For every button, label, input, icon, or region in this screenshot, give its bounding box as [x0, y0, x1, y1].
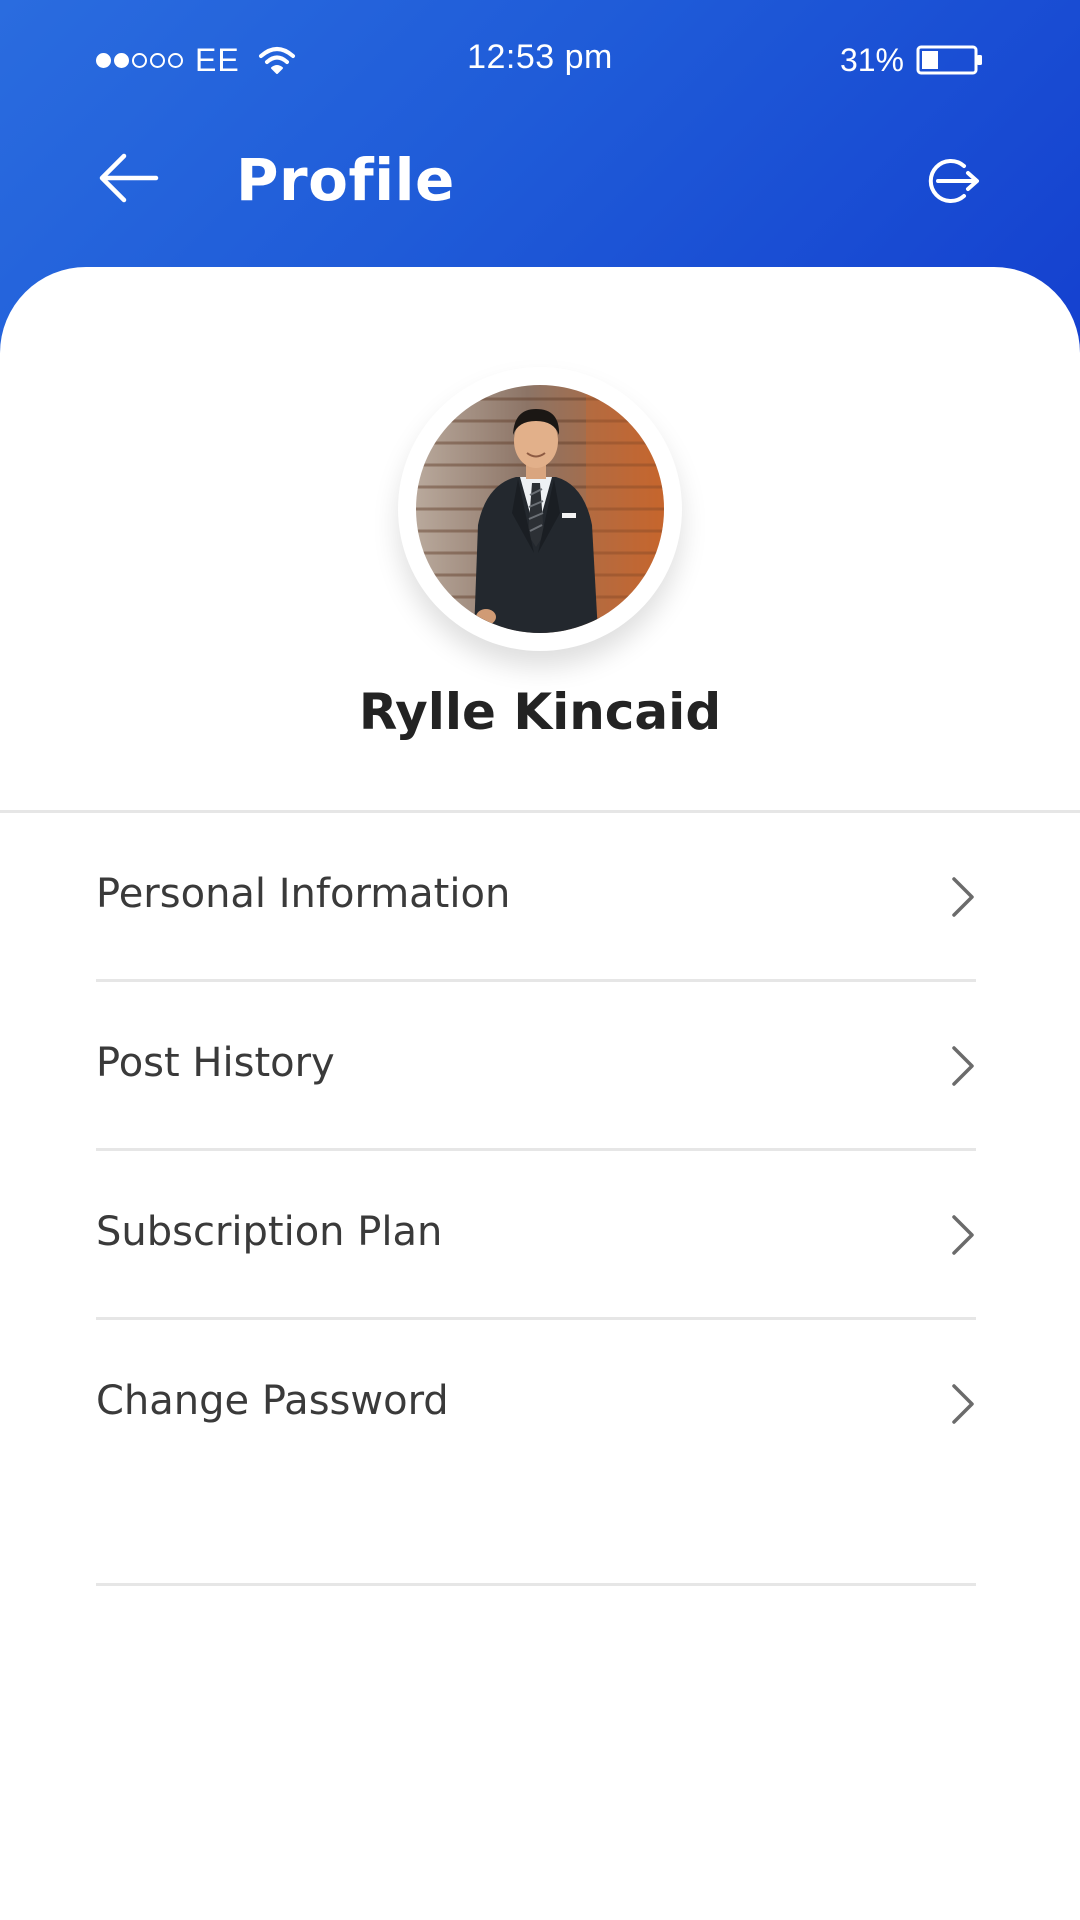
chevron-right-icon: [952, 1046, 974, 1086]
menu-item-label: Personal Information: [96, 871, 511, 917]
chevron-right-icon: [952, 1215, 974, 1255]
avatar-photo: [416, 385, 664, 633]
menu-item-change-password[interactable]: Change Password: [96, 1320, 976, 1486]
logout-icon[interactable]: [924, 153, 984, 209]
menu-item-label: Post History: [96, 1040, 335, 1086]
battery-percentage: 31%: [839, 41, 904, 78]
avatar[interactable]: [416, 385, 664, 633]
chevron-right-icon: [952, 1384, 974, 1424]
profile-menu: Personal Information Post History Subscr…: [96, 813, 976, 1486]
profile-name: Rylle Kincaid: [358, 683, 722, 741]
status-right: 31%: [840, 40, 984, 80]
battery-icon: [916, 45, 982, 75]
menu-item-personal-information[interactable]: Personal Information: [96, 813, 976, 982]
profile-card: Rylle Kincaid Personal Information Post …: [0, 267, 1080, 1920]
page-title: Profile: [236, 146, 455, 214]
arrow-left-icon[interactable]: [96, 150, 160, 206]
menu-item-post-history[interactable]: Post History: [96, 982, 976, 1151]
battery-level-fill: [922, 51, 938, 69]
chevron-right-icon: [952, 877, 974, 917]
menu-item-label: Change Password: [96, 1378, 449, 1424]
status-bar: EE 12:53 pm 31%: [0, 0, 1080, 120]
bottom-divider: [96, 1583, 976, 1586]
avatar-frame: [398, 367, 682, 651]
menu-item-label: Subscription Plan: [96, 1209, 443, 1255]
nav-bar: Profile: [0, 120, 1080, 240]
menu-item-subscription-plan[interactable]: Subscription Plan: [96, 1151, 976, 1320]
